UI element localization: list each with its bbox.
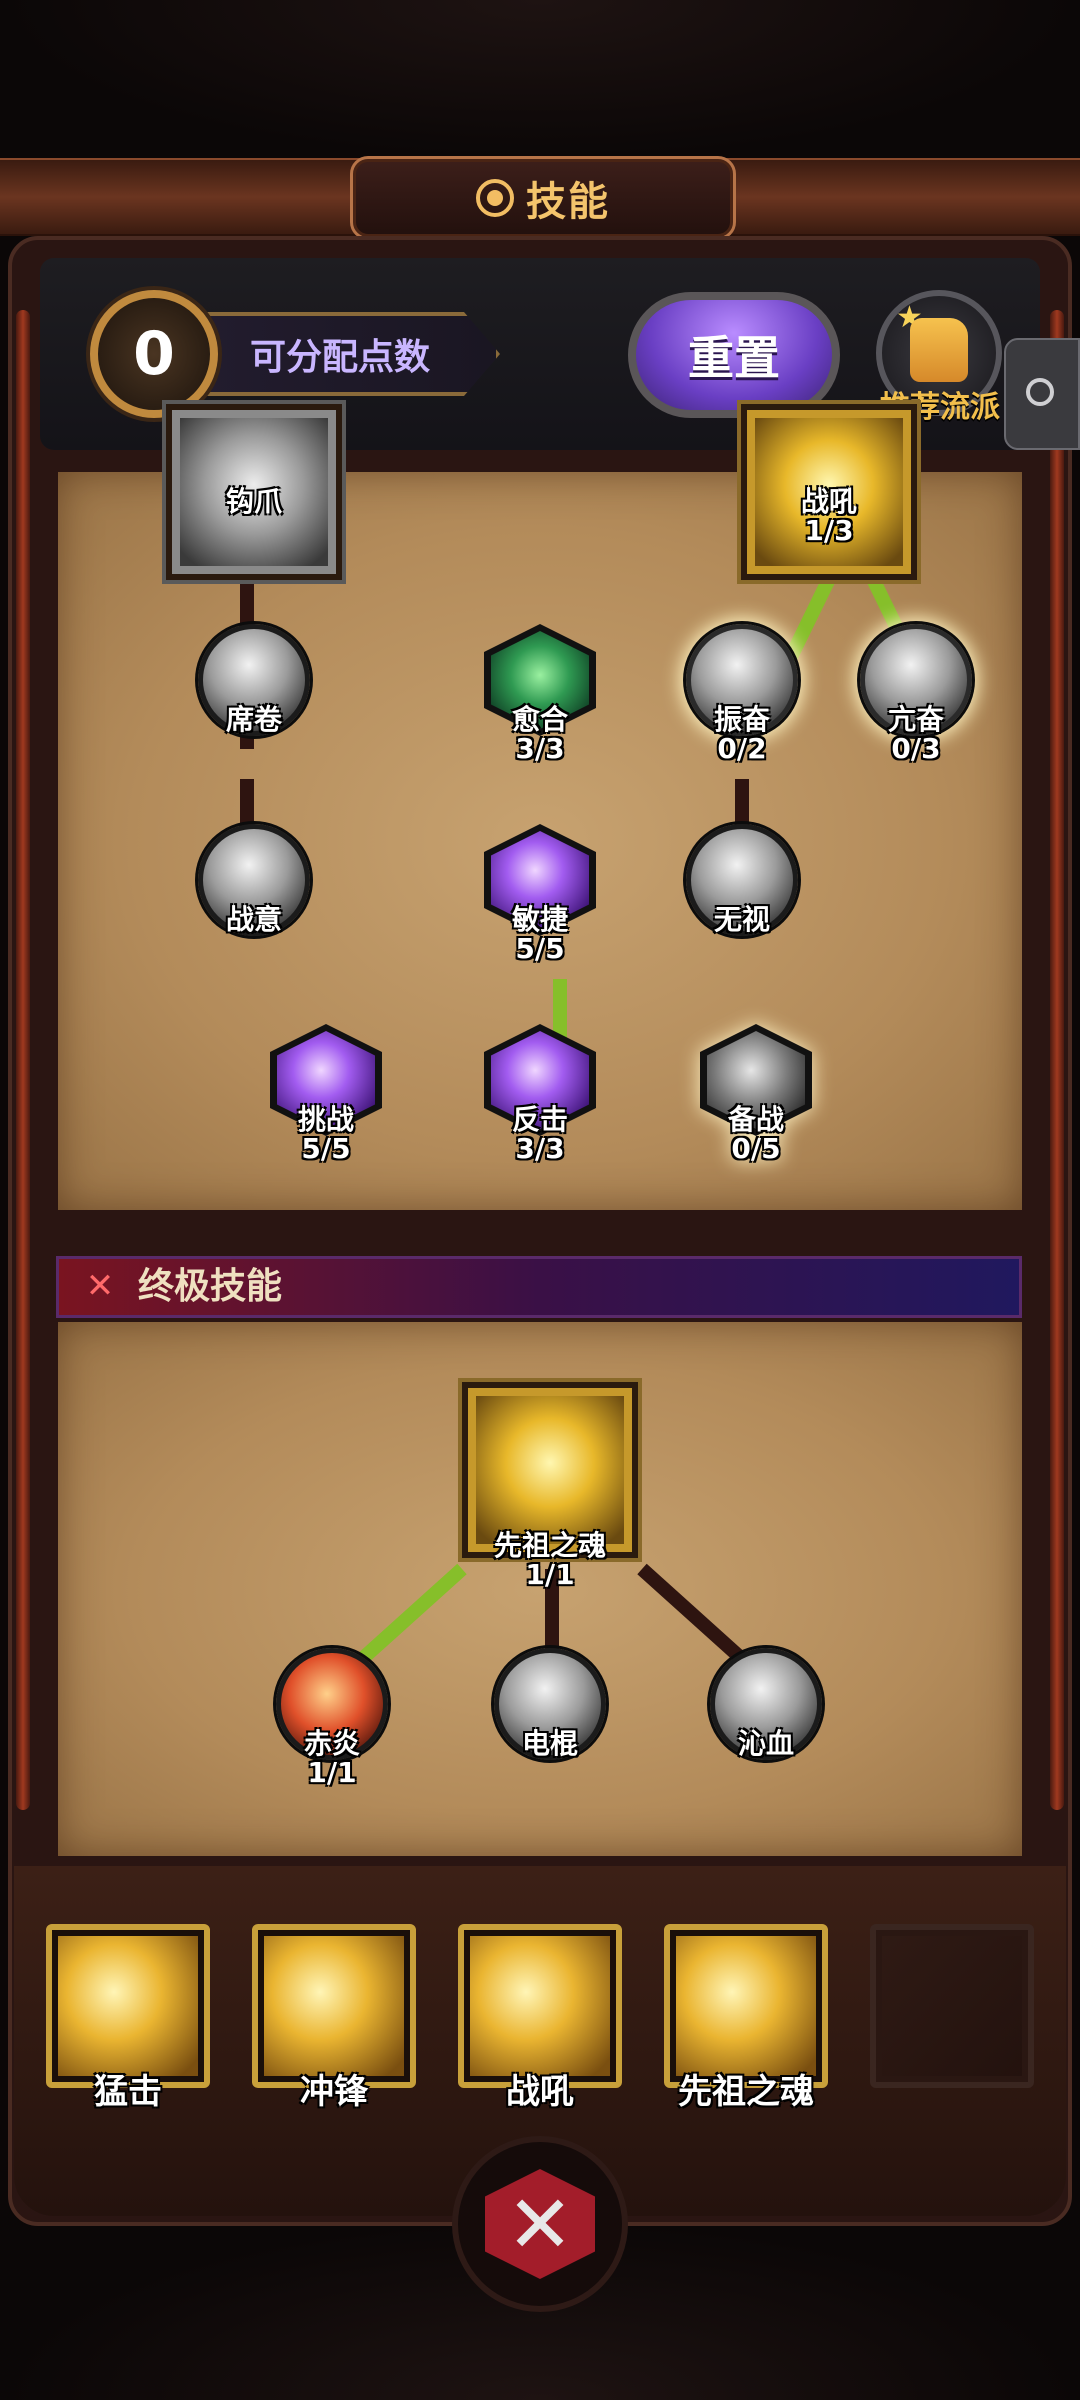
- skill-node-will[interactable]: 战意: [198, 824, 310, 936]
- skill-node-shock-baton[interactable]: 电棍: [494, 1648, 606, 1760]
- skill-level: 1/3: [804, 514, 854, 547]
- skill-tree-area: 钩爪 战吼 1/3 席卷 愈合 3/3 振奋 0/2 亢奋 0/3 战意 敏捷 …: [58, 404, 1022, 1210]
- left-rail: [16, 310, 30, 1810]
- ultimate-tree-area: 先祖之魂 1/1 赤炎 1/1 电棍 沁血: [58, 1322, 1022, 1856]
- smash-icon: [58, 1936, 198, 2076]
- skill-node-ancestral-spirit[interactable]: 先祖之魂 1/1: [462, 1382, 638, 1591]
- skill-level: 0/2: [717, 732, 767, 765]
- ultimate-section-title: 终极技能: [138, 1266, 283, 1307]
- skill-level: 5/5: [515, 932, 565, 965]
- skill-node-hook[interactable]: 钩爪: [166, 404, 342, 580]
- skill-node-prepare[interactable]: 备战 0/5: [700, 1024, 812, 1165]
- available-points: 0: [90, 290, 218, 418]
- equipped-slot-label: 战吼: [506, 2072, 574, 2112]
- skill-name: 战意: [225, 903, 282, 936]
- skill-node-red-flame[interactable]: 赤炎 1/1: [276, 1648, 388, 1789]
- skill-node-sweep[interactable]: 席卷: [198, 624, 310, 736]
- bulb-icon: [1026, 378, 1054, 406]
- skill-node-frenzy[interactable]: 亢奋 0/3: [860, 624, 972, 765]
- title-plate: 技能: [350, 156, 736, 240]
- points-label: 可分配点数: [200, 312, 500, 396]
- skill-level: 3/3: [515, 1132, 565, 1165]
- skill-level: 1/1: [307, 1756, 357, 1789]
- charge-icon: [264, 1936, 404, 2076]
- skill-node-counter[interactable]: 反击 3/3: [484, 1024, 596, 1165]
- equipped-slot-5-empty[interactable]: [870, 1924, 1034, 2088]
- skill-level: 0/3: [891, 732, 941, 765]
- skill-name: 无视: [713, 903, 770, 936]
- skill-level: 0/5: [731, 1132, 781, 1165]
- skill-level: 3/3: [515, 732, 565, 765]
- page-title: 技能: [526, 179, 610, 225]
- skill-level: 1/1: [525, 1558, 575, 1591]
- skill-node-ignore[interactable]: 无视: [686, 824, 798, 936]
- skill-name: 钩爪: [225, 485, 282, 518]
- ancestral-spirit-icon: [676, 1936, 816, 2076]
- skill-node-agility[interactable]: 敏捷 5/5: [484, 824, 596, 965]
- crossed-swords-close-icon: ✕: [485, 2169, 595, 2279]
- reset-button[interactable]: 重置: [628, 292, 840, 418]
- crossed-swords-icon: ✕: [85, 1266, 115, 1306]
- skill-node-challenge[interactable]: 挑战 5/5: [270, 1024, 382, 1165]
- skill-node-heal[interactable]: 愈合 3/3: [484, 624, 596, 765]
- skill-node-warcry[interactable]: 战吼 1/3: [741, 404, 917, 580]
- skill-node-inspire[interactable]: 振奋 0/2: [686, 624, 798, 765]
- skill-name: 电棍: [521, 1727, 578, 1760]
- equipped-slot-label: 先祖之魂: [678, 2072, 814, 2112]
- skill-level: 5/5: [301, 1132, 351, 1165]
- skill-name: 席卷: [225, 703, 282, 736]
- equipped-slot-label: 冲锋: [300, 2072, 368, 2112]
- empty-slot-icon: [882, 1936, 1022, 2076]
- close-button[interactable]: ✕: [452, 2136, 628, 2312]
- right-rail: [1050, 310, 1064, 1810]
- equipped-slot-label: 猛击: [94, 2072, 162, 2112]
- skill-name: 沁血: [737, 1727, 794, 1760]
- ancestral-spirit-icon: [476, 1396, 624, 1544]
- side-floating-tab[interactable]: [1004, 338, 1080, 450]
- top-ornament: [0, 0, 1080, 160]
- skill-emblem-icon: [476, 179, 514, 217]
- skill-node-bleed[interactable]: 沁血: [710, 1648, 822, 1760]
- warcry-icon: [470, 1936, 610, 2076]
- thumbs-up-icon: [910, 318, 968, 382]
